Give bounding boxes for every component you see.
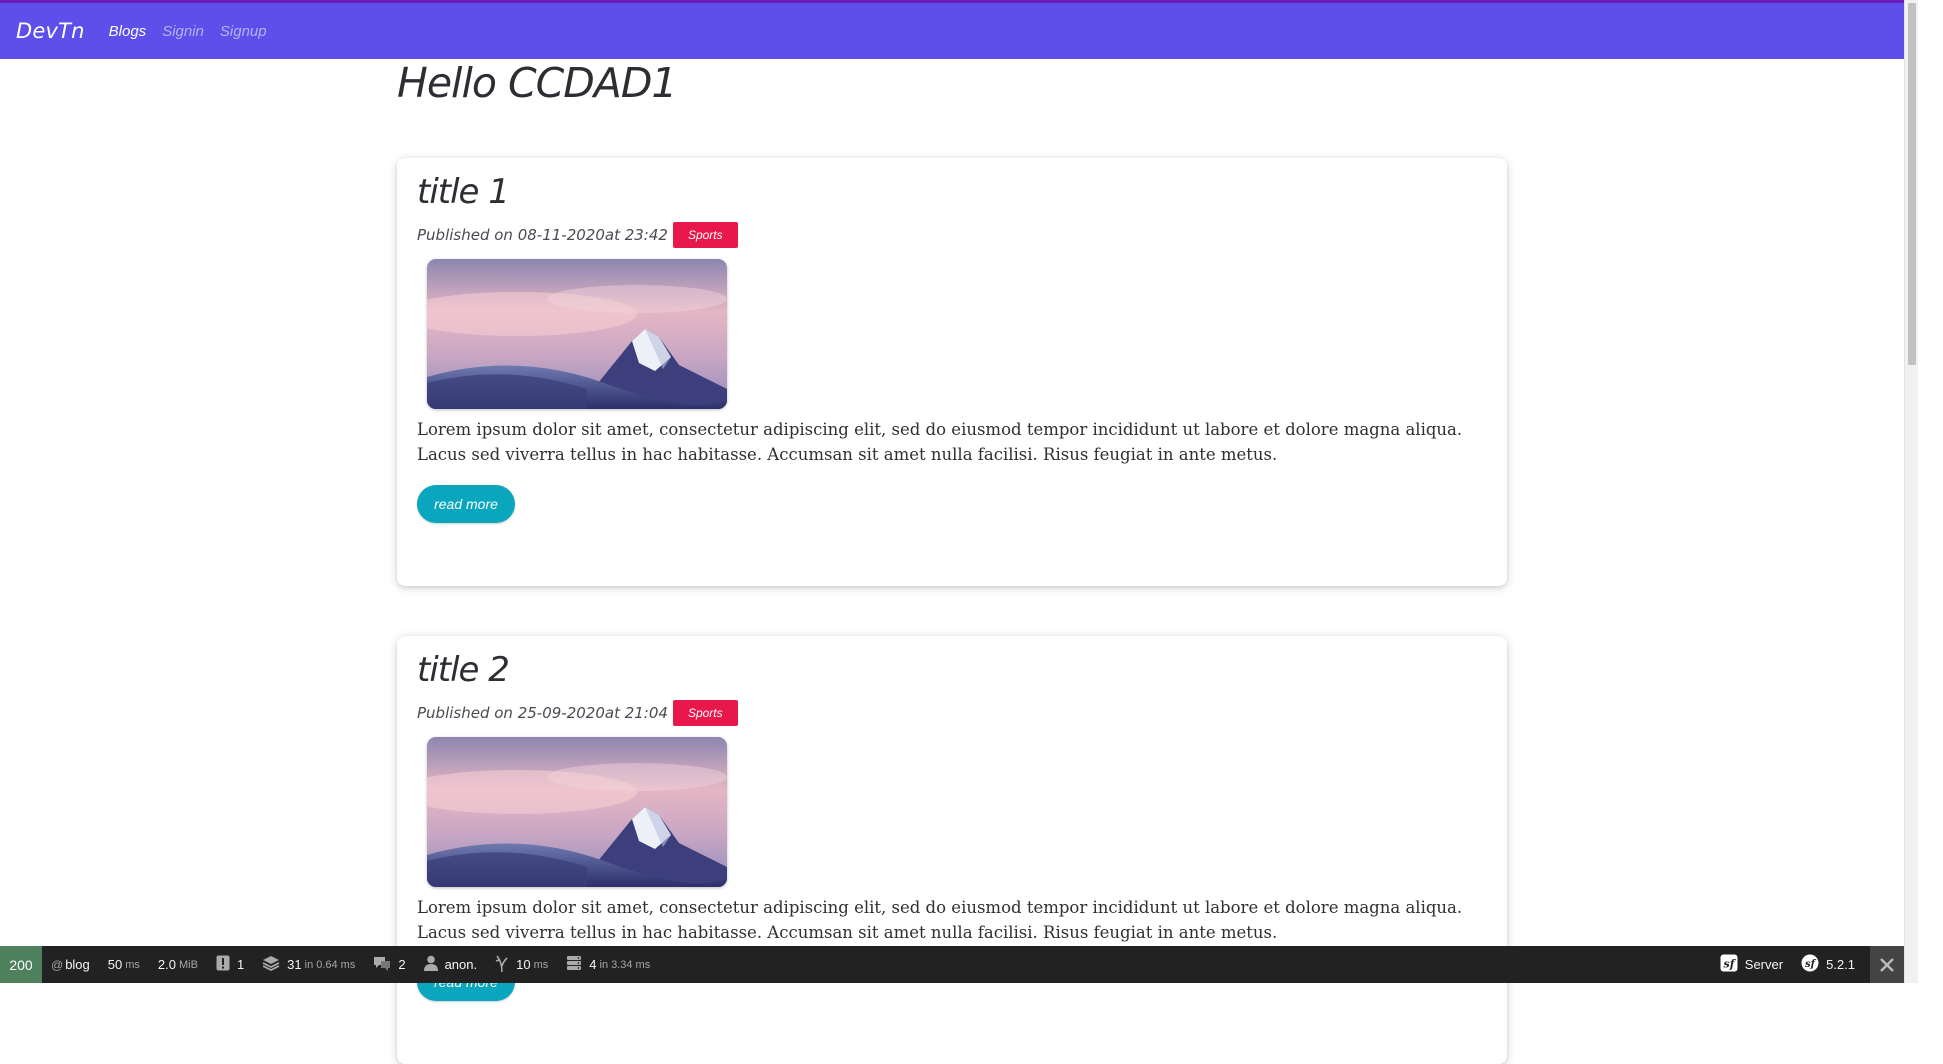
- post-meta: Published on 08-11-2020at 23:42 Sports: [417, 222, 738, 248]
- page-scrollbar[interactable]: [1904, 0, 1918, 983]
- route-at: @: [51, 957, 64, 972]
- symfony-icon: sf: [1720, 954, 1738, 975]
- post-card: title 2 Published on 25-09-2020at 21:04 …: [397, 636, 1507, 1064]
- category-badge: Sports: [672, 222, 738, 248]
- post-excerpt: Lorem ipsum dolor sit amet, consectetur …: [417, 898, 1463, 942]
- time-unit: ms: [125, 958, 140, 971]
- cache-count: 4: [589, 957, 597, 972]
- logs-item[interactable]: 1: [207, 946, 253, 983]
- page-title: Hello CCDAD1: [397, 59, 677, 107]
- twig-icon: [495, 954, 509, 975]
- time-item[interactable]: 50 ms: [99, 946, 149, 983]
- forms-item[interactable]: 2: [364, 946, 414, 983]
- post-image: [427, 737, 727, 887]
- nav-link-blogs[interactable]: Blogs: [109, 23, 147, 40]
- database-layers-icon: [262, 955, 280, 974]
- cache-time: 3.34 ms: [611, 958, 651, 971]
- cache-in: in: [599, 958, 609, 971]
- route-name: blog: [65, 957, 90, 972]
- category-badge: Sports: [672, 700, 738, 726]
- logs-count: 1: [236, 957, 245, 972]
- memory-unit: MiB: [178, 958, 198, 971]
- status-code-badge[interactable]: 200: [0, 946, 42, 983]
- post-image: [427, 259, 727, 409]
- right-gutter: [1918, 0, 1943, 983]
- server-label: Server: [1744, 957, 1784, 972]
- post-excerpt: Lorem ipsum dolor sit amet, consectetur …: [417, 420, 1463, 464]
- mountain-image: [427, 737, 727, 887]
- read-more-button[interactable]: read more: [417, 485, 515, 523]
- security-item[interactable]: anon.: [415, 946, 487, 983]
- post-title: title 2: [417, 650, 510, 690]
- nav-link-signup[interactable]: Signup: [220, 23, 267, 40]
- server-stack-icon: [566, 955, 582, 974]
- user-icon: [423, 955, 438, 974]
- server-item[interactable]: sf Server: [1711, 946, 1792, 983]
- time-value: 50: [107, 957, 123, 972]
- nav-link-signin[interactable]: Signin: [162, 23, 204, 40]
- cache-item[interactable]: 4 in 3.34 ms: [557, 946, 659, 983]
- post-title: title 1: [417, 172, 510, 212]
- queries-count: 31: [287, 957, 302, 972]
- version-item[interactable]: sf 5.2.1: [1792, 946, 1864, 983]
- debug-toolbar: 200 @ blog 50 ms 2.0 MiB 1 31 in 0.64 ms…: [0, 946, 1904, 983]
- brand-logo[interactable]: DevTn: [16, 19, 85, 43]
- scrollbar-thumb[interactable]: [1908, 3, 1916, 365]
- close-toolbar-button[interactable]: [1870, 946, 1904, 983]
- post-date: Published on 08-11-2020at 23:42: [417, 226, 668, 244]
- forms-count: 2: [398, 957, 406, 972]
- memory-value: 2.0: [157, 957, 176, 972]
- symfony-logo-icon: sf: [1801, 954, 1819, 975]
- queries-time: 0.64 ms: [316, 958, 356, 971]
- twig-value: 10: [516, 957, 531, 972]
- mountain-image: [427, 259, 727, 409]
- post-meta: Published on 25-09-2020at 21:04 Sports: [417, 700, 738, 726]
- memory-item[interactable]: 2.0 MiB: [149, 946, 207, 983]
- post-card: title 1 Published on 08-11-2020at 23:42 …: [397, 158, 1507, 586]
- navbar: DevTn Blogs Signin Signup: [0, 0, 1904, 59]
- queries-in: in: [304, 958, 314, 971]
- doctrine-item[interactable]: 31 in 0.64 ms: [253, 946, 364, 983]
- user-name: anon.: [444, 957, 478, 972]
- post-date: Published on 25-09-2020at 21:04: [417, 704, 668, 722]
- symfony-version: 5.2.1: [1826, 957, 1855, 972]
- log-icon: [216, 955, 230, 974]
- form-icon: [373, 955, 391, 974]
- close-icon: [1880, 957, 1894, 972]
- toolbar-right: sf Server sf 5.2.1: [1711, 946, 1904, 983]
- twig-item[interactable]: 10 ms: [486, 946, 557, 983]
- svg-text:sf: sf: [1805, 959, 1817, 970]
- twig-unit: ms: [533, 958, 549, 971]
- nav-links: Blogs Signin Signup: [109, 23, 267, 40]
- route-item[interactable]: @ blog: [42, 946, 99, 983]
